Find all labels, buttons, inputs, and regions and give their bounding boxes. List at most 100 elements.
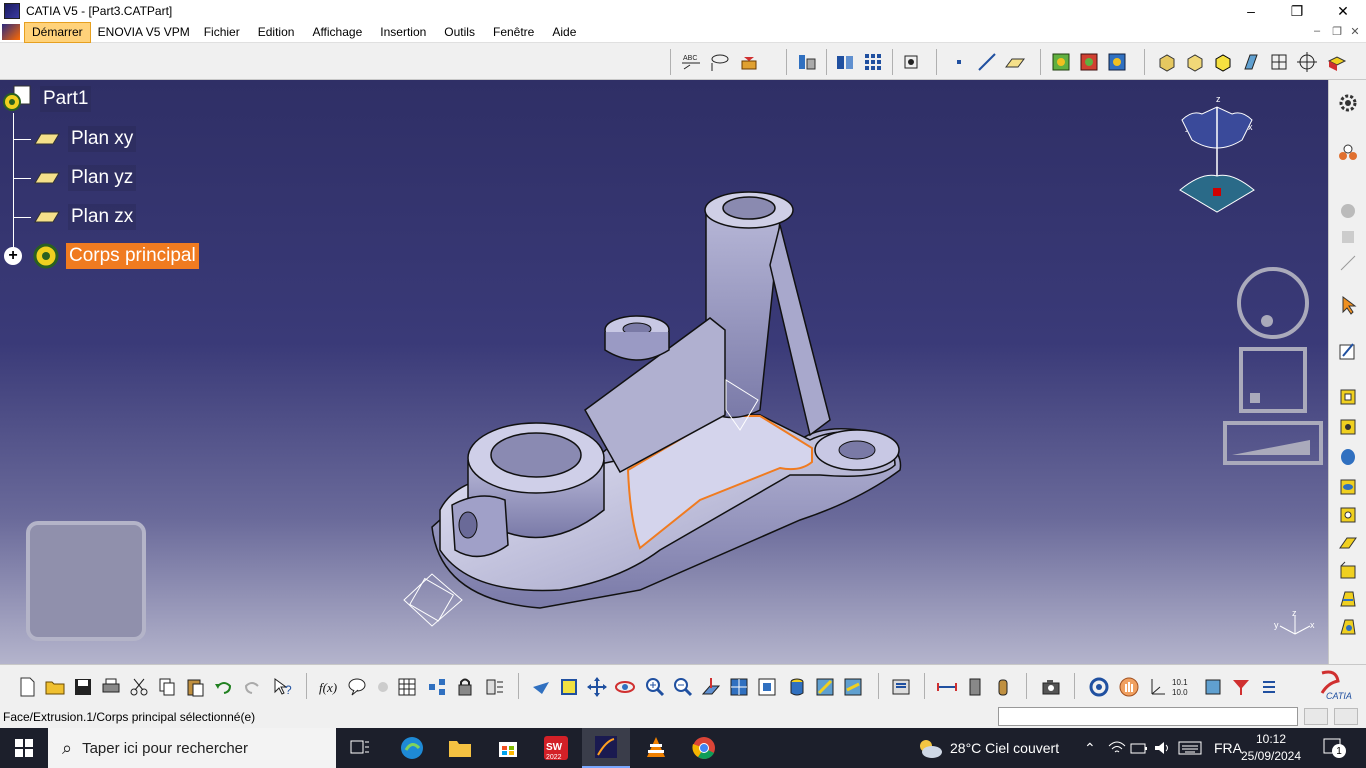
task-view-button[interactable] (336, 728, 384, 768)
hand-button[interactable] (1118, 676, 1140, 698)
shading-edges-button[interactable] (1212, 51, 1234, 73)
shading-button[interactable] (1184, 51, 1206, 73)
compass-reset-button[interactable] (1088, 676, 1110, 698)
pan-button[interactable] (586, 676, 608, 698)
lock-button[interactable] (454, 676, 476, 698)
shaft-button[interactable] (1337, 446, 1359, 468)
mdi-minimize-button[interactable]: – (1308, 25, 1326, 37)
multi-view-button[interactable] (728, 676, 750, 698)
design-table-button[interactable] (396, 676, 418, 698)
menu-fenetre[interactable]: Fenêtre (486, 22, 541, 43)
pocket-button[interactable] (1337, 416, 1359, 438)
weather-text[interactable]: 28°C Ciel couvert (950, 728, 1059, 768)
weather-icon[interactable] (916, 736, 944, 763)
measure-between-button[interactable] (936, 676, 958, 698)
close-button[interactable]: ✕ (1320, 0, 1366, 22)
point-button[interactable] (948, 51, 970, 73)
chrome-app[interactable] (680, 728, 728, 768)
layer-button[interactable] (1202, 676, 1224, 698)
undo-button[interactable] (212, 676, 234, 698)
normal-view-button[interactable] (700, 676, 722, 698)
apply-material-button[interactable] (1326, 51, 1348, 73)
maximize-button[interactable]: ❐ (1274, 0, 1320, 22)
swap-space-button[interactable] (842, 676, 864, 698)
axis-system-button[interactable] (1146, 676, 1168, 698)
print-button[interactable] (100, 676, 122, 698)
start-button[interactable] (0, 728, 48, 768)
measure-item-button[interactable] (964, 676, 986, 698)
edge-app[interactable] (388, 728, 436, 768)
minimize-button[interactable]: – (1228, 0, 1274, 22)
settings-button[interactable] (1337, 92, 1359, 114)
knowledge-button[interactable] (372, 676, 394, 698)
update-button[interactable] (890, 676, 912, 698)
notification-center-button[interactable]: 1 (1322, 736, 1346, 760)
keyboard-icon[interactable] (1178, 740, 1202, 759)
whats-this-button[interactable]: ? (272, 676, 294, 698)
zoom-in-button[interactable] (644, 676, 666, 698)
menu-aide[interactable]: Aide (545, 22, 583, 43)
catalog-button[interactable] (426, 676, 448, 698)
menu-fichier[interactable]: Fichier (197, 22, 247, 43)
draft-button[interactable] (1337, 588, 1359, 610)
comment-button[interactable] (346, 676, 368, 698)
cut-button[interactable] (128, 676, 150, 698)
sketcher-button[interactable] (1337, 340, 1359, 362)
rotate-tool-button[interactable] (1337, 226, 1359, 248)
3d-part-model[interactable] (0, 80, 1328, 664)
taskbar-clock[interactable]: 10:12 25/09/2024 (1240, 731, 1302, 765)
mdi-close-button[interactable]: ✕ (1346, 25, 1364, 38)
rib-button[interactable] (1337, 504, 1359, 526)
sketch-analysis-button[interactable] (1050, 51, 1072, 73)
wireframe-button[interactable] (1240, 51, 1262, 73)
open-button[interactable] (44, 676, 66, 698)
chamfer-button[interactable] (1337, 560, 1359, 582)
scene-button[interactable] (796, 51, 818, 73)
units-button[interactable]: 10.1 10.0 (1172, 676, 1194, 698)
line-button[interactable] (976, 51, 998, 73)
status-button-2[interactable] (1334, 708, 1358, 725)
measure-inertia-button[interactable] (992, 676, 1014, 698)
compass-widget[interactable]: z y x (1172, 92, 1262, 222)
zoom-out-button[interactable] (672, 676, 694, 698)
draft-analysis-button[interactable] (1106, 51, 1128, 73)
battery-icon[interactable] (1130, 740, 1148, 759)
solidworks-app[interactable]: SW 2022 (532, 728, 580, 768)
vlc-app[interactable] (632, 728, 680, 768)
catia-menu-icon[interactable] (2, 24, 20, 40)
language-indicator[interactable]: FRA (1214, 728, 1242, 768)
hidden-lines-button[interactable] (1268, 51, 1290, 73)
catia-app[interactable] (582, 728, 630, 768)
constraint-tool-button[interactable] (1337, 252, 1359, 274)
list-button[interactable] (1258, 676, 1280, 698)
hole-button[interactable] (1337, 476, 1359, 498)
show-hidden-icons-button[interactable]: ⌃ (1084, 728, 1096, 768)
menu-affichage[interactable]: Affichage (305, 22, 369, 43)
3d-annotation-button[interactable] (738, 51, 760, 73)
capture-button[interactable] (1040, 676, 1062, 698)
filter-button[interactable] (1230, 676, 1252, 698)
iso-view-button[interactable] (1156, 51, 1178, 73)
copy-button[interactable] (156, 676, 178, 698)
3d-viewport[interactable]: Part1 Plan xy Plan yz Plan zx + Corps pr… (0, 80, 1328, 664)
redo-button[interactable] (242, 676, 264, 698)
plane-button[interactable] (1004, 51, 1026, 73)
view-mode-button[interactable] (834, 51, 856, 73)
surface-analysis-button[interactable] (1078, 51, 1100, 73)
select-button[interactable] (1337, 294, 1359, 316)
menu-insertion[interactable]: Insertion (373, 22, 433, 43)
mdi-restore-button[interactable]: ❐ (1328, 25, 1346, 38)
menu-outils[interactable]: Outils (437, 22, 482, 43)
pad-button[interactable] (1337, 386, 1359, 408)
text-with-leader-button[interactable]: ABC (680, 51, 702, 73)
assembly-button[interactable] (1337, 142, 1359, 164)
menu-enovia[interactable]: ENOVIA V5 VPM (91, 22, 197, 43)
formula-button[interactable]: f(x) (318, 676, 340, 698)
fly-mode-button[interactable] (530, 676, 552, 698)
flag-note-button[interactable] (708, 51, 730, 73)
grid-button[interactable] (862, 51, 884, 73)
shading-view-button[interactable] (786, 676, 808, 698)
new-button[interactable] (16, 676, 38, 698)
paste-button[interactable] (184, 676, 206, 698)
target-button[interactable] (1296, 51, 1318, 73)
